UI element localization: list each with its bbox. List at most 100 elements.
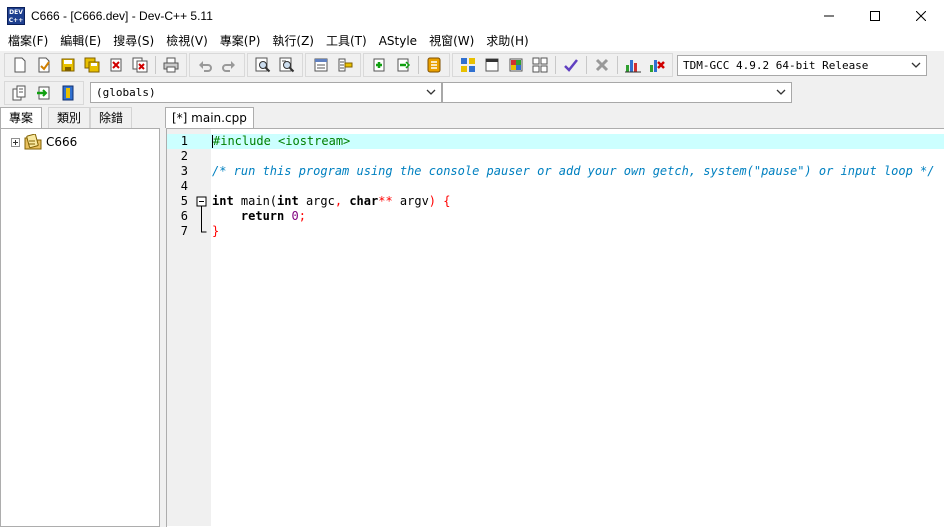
fold-line: [195, 209, 209, 224]
editor-tabs: [*] main.cpp: [165, 107, 254, 128]
project-toolbar: [363, 53, 450, 77]
toolbar-separator: [617, 56, 618, 74]
insert-button[interactable]: [9, 82, 31, 104]
save-icon: [61, 58, 75, 72]
code-line[interactable]: 1 #include <iostream>: [167, 134, 944, 149]
tab-debug[interactable]: 除錯: [90, 107, 133, 128]
fold-collapse-icon[interactable]: [195, 194, 209, 209]
compile-icon: [461, 58, 475, 72]
close-all-button[interactable]: [129, 54, 151, 76]
chevron-down-icon: [426, 89, 436, 95]
remove-from-project-button[interactable]: [392, 54, 414, 76]
menu-search[interactable]: 搜尋(S): [107, 31, 160, 51]
app-icon: DEV C++: [7, 6, 25, 25]
close-button[interactable]: [898, 0, 944, 31]
code-editor[interactable]: 1 #include <iostream> 2 3 /* run this pr…: [166, 128, 944, 527]
tab-classes[interactable]: 類別: [48, 107, 91, 128]
undo-button[interactable]: [194, 54, 216, 76]
redo-icon: [222, 61, 235, 72]
bar-chart-icon: [625, 60, 641, 73]
save-button[interactable]: [57, 54, 79, 76]
compile-run-button[interactable]: [505, 54, 527, 76]
chevron-down-icon: [911, 62, 921, 68]
code-text: int main(int argc, char** argv) {: [212, 194, 451, 208]
profile-button[interactable]: [622, 54, 644, 76]
tab-project[interactable]: 專案: [0, 107, 43, 128]
stop-execution-button[interactable]: [591, 54, 613, 76]
syntax-check-button[interactable]: [560, 54, 582, 76]
redo-button[interactable]: [218, 54, 240, 76]
open-file-button[interactable]: [33, 54, 55, 76]
menu-window[interactable]: 視窗(W): [423, 31, 480, 51]
menu-help[interactable]: 求助(H): [480, 31, 534, 51]
title-bar: DEV C++ C666 - [C666.dev] - Dev-C++ 5.11: [0, 0, 944, 31]
compile-run-icon: [509, 58, 523, 72]
member-select[interactable]: [442, 82, 792, 103]
tree-item-label: C666: [46, 135, 78, 149]
search-toolbar: [247, 53, 303, 77]
minimize-button[interactable]: [806, 0, 852, 31]
toggle-message-button[interactable]: [334, 54, 356, 76]
compile-toolbar: [452, 53, 673, 77]
layout-toolbar: [305, 53, 361, 77]
menu-tools[interactable]: 工具(T): [320, 31, 373, 51]
bookmark-icon: [62, 85, 74, 100]
maximize-icon: [870, 10, 880, 21]
project-panel: 專案 類別 除錯 C666: [0, 107, 160, 527]
line-number: 1: [180, 134, 188, 148]
toolbar-separator: [586, 56, 587, 74]
menu-file[interactable]: 檔案(F): [2, 31, 54, 51]
menu-edit[interactable]: 編輯(E): [54, 31, 107, 51]
code-line[interactable]: 5 int main(int argc, char** argv) {: [167, 194, 944, 209]
checkmark-icon: [564, 59, 578, 72]
code-line[interactable]: 7 }: [167, 224, 944, 239]
replace-button[interactable]: [276, 54, 298, 76]
message-panel-icon: [338, 58, 353, 72]
code-line[interactable]: 6 return 0;: [167, 209, 944, 224]
new-file-button[interactable]: [9, 54, 31, 76]
fold-end: [195, 224, 209, 239]
rebuild-all-button[interactable]: [529, 54, 551, 76]
find-icon: [255, 57, 271, 73]
code-line[interactable]: 2: [167, 149, 944, 164]
tree-item-project[interactable]: C666: [1, 133, 159, 151]
menu-execute[interactable]: 執行(Z): [266, 31, 320, 51]
delete-profile-button[interactable]: [646, 54, 668, 76]
find-button[interactable]: [252, 54, 274, 76]
print-button[interactable]: [160, 54, 182, 76]
window-controls: [806, 0, 944, 31]
add-to-project-button[interactable]: [368, 54, 390, 76]
stop-x-icon: [595, 58, 609, 72]
class-toolbar: (globals): [0, 79, 944, 106]
close-file-button[interactable]: [105, 54, 127, 76]
undo-icon: [199, 61, 212, 72]
project-panel-icon: [314, 58, 328, 72]
tab-main-cpp[interactable]: [*] main.cpp: [165, 107, 254, 128]
code-text: }: [212, 224, 220, 238]
new-file-icon: [14, 57, 26, 73]
run-button[interactable]: [481, 54, 503, 76]
menu-view[interactable]: 檢視(V): [160, 31, 214, 51]
scope-select[interactable]: (globals): [90, 82, 442, 103]
compile-button[interactable]: [457, 54, 479, 76]
compiler-select[interactable]: TDM-GCC 4.9.2 64-bit Release: [677, 54, 927, 76]
code-line[interactable]: 4: [167, 179, 944, 194]
left-panel-tabs: 專案 類別 除錯: [0, 107, 160, 128]
compiler-select-value: TDM-GCC 4.9.2 64-bit Release: [683, 58, 869, 72]
expand-icon[interactable]: [11, 137, 20, 147]
close-all-icon: [132, 57, 148, 73]
goto-icon: [37, 86, 50, 99]
close-icon: [916, 10, 926, 21]
add-file-icon: [373, 58, 385, 72]
toolbar-separator: [418, 56, 419, 74]
code-line[interactable]: 3 /* run this program using the console …: [167, 164, 944, 179]
maximize-button[interactable]: [852, 0, 898, 31]
project-options-button[interactable]: [423, 54, 445, 76]
save-all-button[interactable]: [81, 54, 103, 76]
bookmark-button[interactable]: [57, 82, 79, 104]
goto-button[interactable]: [33, 82, 55, 104]
menu-astyle[interactable]: AStyle: [373, 31, 423, 51]
toggle-project-button[interactable]: [310, 54, 332, 76]
menu-project[interactable]: 專案(P): [214, 31, 267, 51]
rebuild-all-icon: [532, 57, 548, 73]
